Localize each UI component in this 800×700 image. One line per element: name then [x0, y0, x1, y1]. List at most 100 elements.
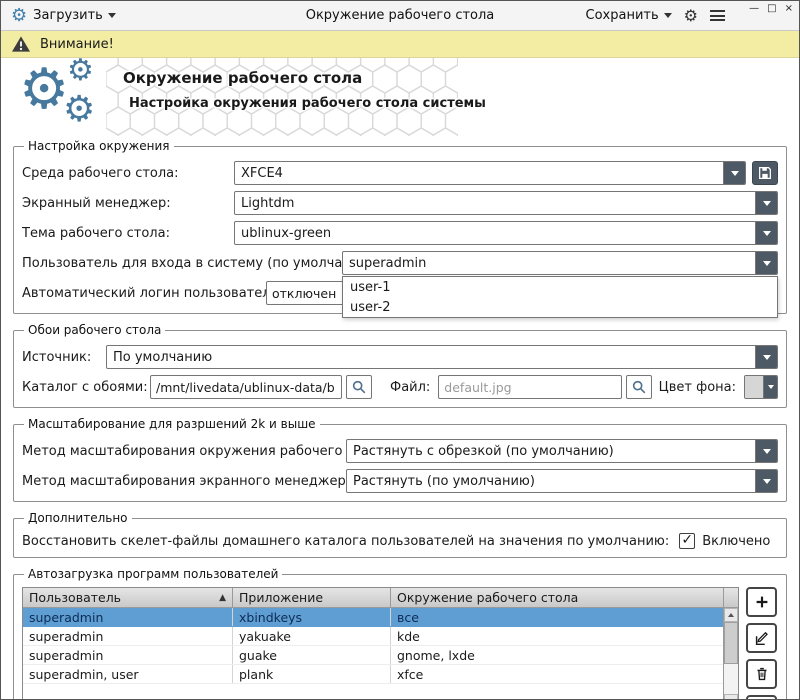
- search-icon: [631, 379, 647, 395]
- table-row[interactable]: superadmin xbindkeys все: [23, 608, 723, 627]
- table-columns: Пользователь ▲ Приложение Окружение рабо…: [23, 588, 723, 700]
- theme-row: Тема рабочего стола: ublinux-green: [22, 221, 778, 245]
- table-row[interactable]: superadmin, user plank xfce: [23, 665, 723, 684]
- column-header-app[interactable]: Приложение: [233, 588, 391, 607]
- trash-icon: [753, 665, 771, 683]
- edit-entry-button[interactable]: [746, 623, 777, 653]
- warning-banner: Внимание!: [1, 31, 799, 58]
- chevron-down-icon[interactable]: [755, 192, 777, 214]
- scrollbar-track[interactable]: [724, 622, 738, 694]
- add-entry-button[interactable]: [746, 587, 777, 617]
- chevron-down-icon: [664, 13, 672, 18]
- settings-gear-icon[interactable]: ⚙: [684, 8, 698, 24]
- default-user-row: Пользователь для входа в систему (по умо…: [22, 251, 778, 275]
- page-title: Окружение рабочего стола: [123, 69, 362, 87]
- column-header-user[interactable]: Пользователь ▲: [23, 588, 233, 607]
- desktop-scaling-label: Метод масштабирования окружения рабочего…: [22, 444, 346, 459]
- autologin-input[interactable]: [266, 281, 344, 305]
- load-button[interactable]: Загрузить: [33, 8, 116, 23]
- load-button-label: Загрузить: [33, 8, 103, 23]
- plus-icon: [753, 593, 771, 611]
- desktop-env-row: Среда рабочего стола: XFCE4: [22, 161, 778, 185]
- refresh-button[interactable]: [746, 695, 777, 700]
- delete-entry-button[interactable]: [746, 659, 777, 689]
- desktop-scaling-select[interactable]: Растянуть с обрезкой (по умолчанию): [346, 439, 778, 463]
- display-manager-row: Экранный менеджер: Lightdm: [22, 191, 778, 215]
- app-header: ⚙ ⚙ ⚙ Окружение рабочего стола Настройка…: [1, 58, 799, 136]
- env-settings-group: Настройка окружения Среда рабочего стола…: [13, 139, 787, 314]
- dm-scaling-label: Метод масштабирования экранного менеджер…: [22, 474, 346, 489]
- color-swatch: [745, 376, 763, 398]
- autostart-group: Автозагрузка программ пользователей Поль…: [13, 567, 787, 700]
- chevron-down-icon[interactable]: [755, 222, 777, 244]
- chevron-down-icon: [108, 13, 116, 18]
- display-manager-label: Экранный менеджер:: [22, 196, 234, 211]
- bg-color-picker[interactable]: [744, 375, 778, 399]
- disk-icon: [757, 165, 773, 181]
- sort-asc-icon: ▲: [215, 593, 226, 603]
- dropdown-option-user-2[interactable]: user-2: [343, 297, 777, 317]
- close-button[interactable]: ×: [785, 4, 793, 14]
- chevron-down-icon[interactable]: [755, 252, 777, 274]
- cell-app: guake: [233, 646, 391, 664]
- autostart-table: Пользователь ▲ Приложение Окружение рабо…: [22, 587, 739, 700]
- dropdown-option-user-1[interactable]: user-1: [343, 277, 777, 297]
- wallpaper-dir-input[interactable]: [150, 375, 342, 399]
- scroll-down-button[interactable]: [724, 694, 738, 700]
- cell-env: xfce: [391, 665, 723, 683]
- maximize-button[interactable]: □: [767, 4, 776, 14]
- table-header: Пользователь ▲ Приложение Окружение рабо…: [23, 588, 723, 608]
- cell-env: gnome, lxde: [391, 646, 723, 664]
- dm-scaling-select[interactable]: Растянуть (по умолчанию): [346, 469, 778, 493]
- browse-directory-button[interactable]: [346, 375, 372, 399]
- titlebar: ⚙ Загрузить Окружение рабочего стола Сох…: [1, 1, 799, 31]
- browse-file-button[interactable]: [626, 375, 652, 399]
- cell-env: все: [391, 608, 723, 626]
- chevron-down-icon[interactable]: [723, 162, 745, 184]
- skel-row: Восстановить скелет-файлы домашнего ката…: [22, 533, 778, 549]
- theme-value: ublinux-green: [235, 222, 755, 244]
- desktop-env-select[interactable]: XFCE4: [234, 161, 746, 185]
- cell-user: superadmin: [23, 608, 233, 626]
- display-manager-select[interactable]: Lightdm: [234, 191, 778, 215]
- autostart-content: Пользователь ▲ Приложение Окружение рабо…: [22, 587, 778, 700]
- env-settings-legend: Настройка окружения: [24, 139, 174, 153]
- menu-icon[interactable]: [710, 10, 725, 21]
- gear-icon: ⚙: [67, 58, 94, 86]
- user-dropdown-popup: user-1 user-2: [342, 276, 778, 318]
- additional-legend: Дополнительно: [24, 511, 132, 525]
- cell-app: plank: [233, 665, 391, 683]
- wallpaper-source-select[interactable]: По умолчанию: [106, 345, 778, 369]
- column-header-user-label: Пользователь: [29, 590, 121, 605]
- dm-scaling-value: Растянуть (по умолчанию): [347, 470, 755, 492]
- autostart-legend: Автозагрузка программ пользователей: [24, 567, 282, 581]
- additional-group: Дополнительно Восстановить скелет-файлы …: [13, 511, 787, 558]
- scaling-group: Масштабирование для разршений 2k и выше …: [13, 417, 787, 502]
- desktop-env-apply-button[interactable]: [752, 161, 778, 185]
- default-user-select[interactable]: superadmin: [342, 251, 778, 275]
- theme-label: Тема рабочего стола:: [22, 226, 234, 241]
- wallpaper-path-row: Каталог с обоями: Файл: Цвет фона:: [22, 375, 778, 399]
- theme-select[interactable]: ublinux-green: [234, 221, 778, 245]
- table-row[interactable]: superadmin yakuake kde: [23, 627, 723, 646]
- titlebar-left: ⚙ Загрузить: [11, 7, 116, 25]
- skel-checkbox-label: Включено: [702, 534, 770, 549]
- table-body: superadmin xbindkeys все superadmin yaku…: [23, 608, 723, 700]
- chevron-down-icon[interactable]: [755, 470, 777, 492]
- scroll-up-button[interactable]: [724, 608, 738, 622]
- autostart-toolbar: [746, 587, 778, 700]
- chevron-down-icon[interactable]: [763, 376, 777, 398]
- save-button[interactable]: Сохранить: [586, 8, 672, 23]
- default-user-label: Пользователь для входа в систему (по умо…: [22, 256, 342, 271]
- scrollbar-thumb[interactable]: [724, 622, 738, 664]
- chevron-down-icon[interactable]: [755, 346, 777, 368]
- wallpaper-file-input[interactable]: [438, 375, 622, 399]
- vertical-scrollbar[interactable]: [723, 588, 738, 700]
- skel-checkbox[interactable]: ✓: [679, 533, 695, 549]
- table-row[interactable]: superadmin guake gnome, lxde: [23, 646, 723, 665]
- cell-app: yakuake: [233, 627, 391, 645]
- column-header-env[interactable]: Окружение рабочего стола: [391, 588, 723, 607]
- minimize-button[interactable]: —: [749, 4, 759, 14]
- chevron-down-icon[interactable]: [755, 440, 777, 462]
- app-window: ⚙ Загрузить Окружение рабочего стола Сох…: [0, 0, 800, 700]
